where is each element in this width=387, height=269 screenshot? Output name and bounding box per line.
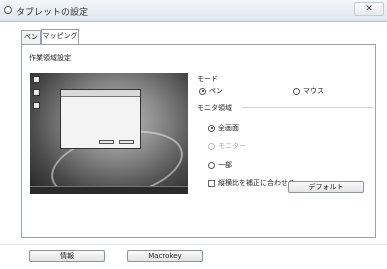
info-button[interactable]: 情報 — [29, 250, 105, 262]
window-title: タブレットの設定 — [16, 8, 89, 18]
mode-pen-label: ペン — [209, 87, 223, 95]
fullscreen-radio[interactable]: 全画面 — [208, 123, 239, 133]
tablet-settings-icon — [4, 6, 12, 14]
divider — [0, 244, 387, 245]
partial-label: 一部 — [218, 161, 232, 169]
radio-icon — [208, 142, 215, 150]
checkbox-icon — [208, 179, 215, 187]
monitor-label: モニター — [218, 142, 246, 150]
radio-icon — [208, 161, 215, 169]
close-button[interactable]: ✕ — [354, 2, 384, 16]
preview-dialog-thumbnail — [60, 89, 141, 149]
divider — [242, 107, 374, 108]
tab-mapping[interactable]: マッピング — [41, 29, 79, 44]
mode-mouse-radio[interactable]: マウス — [293, 86, 324, 96]
work-area-title: 作業領域設定 — [29, 54, 71, 62]
fullscreen-label: 全画面 — [218, 124, 239, 132]
close-icon: ✕ — [365, 4, 373, 14]
mode-title: モード — [197, 75, 218, 83]
radio-selected-icon — [208, 124, 215, 132]
preview-dialog-button — [119, 140, 134, 144]
aspect-ratio-label: 縦横比を補正に合わせる — [218, 179, 295, 187]
partial-radio[interactable]: 一部 — [208, 160, 232, 170]
default-button[interactable]: デフォルト — [288, 181, 364, 193]
monitor-area-title: モニタ領域 — [197, 104, 232, 112]
monitor-preview[interactable] — [30, 73, 188, 194]
tab-pen[interactable]: ペン — [21, 30, 41, 44]
mode-mouse-label: マウス — [303, 87, 324, 95]
macrokey-button[interactable]: Macrokey — [127, 250, 203, 262]
mapping-panel: 作業領域設定 モード ペン マウス モニタ領域 全画面 モニター 一部 縦横比を… — [21, 44, 376, 238]
mode-pen-radio[interactable]: ペン — [199, 86, 223, 96]
radio-icon — [293, 87, 300, 95]
title-bar: タブレットの設定 ✕ — [0, 0, 387, 22]
desktop-icon — [33, 102, 40, 109]
preview-dialog-titlebar — [61, 90, 140, 97]
monitor-radio[interactable]: モニター — [208, 141, 246, 151]
desktop-icon — [33, 89, 40, 96]
aspect-ratio-checkbox[interactable]: 縦横比を補正に合わせる — [208, 178, 295, 188]
preview-dialog-button — [99, 140, 114, 144]
radio-selected-icon — [199, 87, 206, 95]
desktop-icon — [33, 76, 40, 83]
preview-taskbar — [30, 186, 188, 194]
